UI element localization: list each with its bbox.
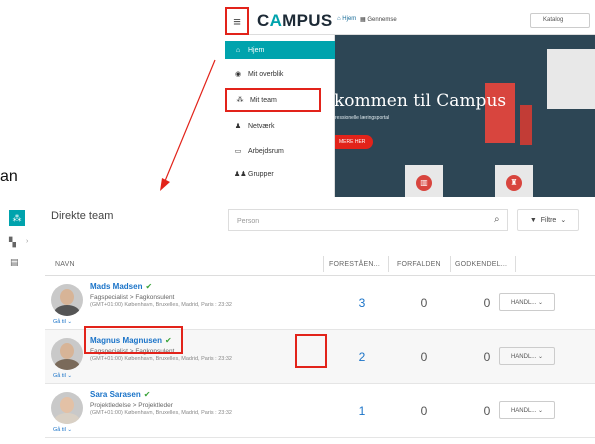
godkendelse-count: 0 [483,296,491,310]
book-icon: ▥ [416,175,432,191]
col-header-godkendelse[interactable]: GODKENDEL... [455,261,507,268]
menu-item-grupper[interactable]: ♟♟ Grupper [225,165,335,183]
person-search-box[interactable]: ⌕ [228,209,508,231]
actions-dropdown[interactable]: HANDL... ⌄ [499,293,555,311]
person-role: Projektledelse > Projektleder [90,402,173,409]
home-icon: ⌂ [235,46,241,54]
hero-subtitle: ressionelle læringsportal [335,115,390,121]
team-icon: ⁂ [236,97,244,104]
team-main-panel: Direkte team ⌕ ▼ Filtre ⌄ NAVN FORESTÅEN… [45,200,595,444]
person-icon: ♟ [234,123,242,130]
hero-more-button[interactable]: MERE HER [335,135,373,149]
table-row: Magnus Magnusen ✔ Fagspecialist > Fagkons… [45,330,595,384]
menu-item-arbejdsrum[interactable]: ▭ Arbejdsrum [225,142,335,160]
col-header-forfalden[interactable]: FORFALDEN [397,261,441,268]
person-search-input[interactable] [237,215,467,227]
forestaaende-count[interactable]: 2 [352,350,372,364]
menu-item-netvaerk[interactable]: ♟ Netværk [225,117,335,135]
people-board-icon[interactable]: ▤ [10,257,19,268]
forestaaende-count[interactable]: 1 [352,404,372,418]
menu-item-hjem[interactable]: ⌂ Hjem [225,41,335,59]
person-role: Fagspecialist > Fagkonsulent [90,348,175,355]
col-header-navn[interactable]: NAVN [55,261,75,268]
avatar[interactable] [51,338,83,370]
godkendelse-count: 0 [483,350,491,364]
menu-item-mit-team[interactable]: ⁂ Mit team [225,88,321,112]
dashboard-icon[interactable]: ▚ [9,237,16,248]
person-timezone: (GMT+01:00) København, Bruxelles, Madrid… [90,410,232,416]
forfalden-count: 0 [420,350,428,364]
column-divider [323,256,324,272]
campus-logo[interactable]: CAMPUS [257,11,332,31]
person-timezone: (GMT+01:00) København, Bruxelles, Madrid… [90,356,232,362]
menu-item-mit-overblik[interactable]: ◉ Mit overblik [225,65,335,83]
avatar[interactable] [51,392,83,424]
table-row: Mads Madsen ✔ Fagspecialist > Fagkonsulen… [45,276,595,330]
team-icon[interactable]: ⁂ [9,210,25,226]
table-header: NAVN FORESTÅEN... FORFALDEN GODKENDEL... [45,252,595,276]
hero-laptop-illustration [547,49,595,109]
direkte-team-screenshot: ⁂ ▚ › ▤ Direkte team ⌕ ▼ Filtre ⌄ NAVN F… [0,200,595,444]
filter-button[interactable]: ▼ Filtre ⌄ [517,209,579,231]
chevron-right-icon: › [26,238,29,245]
column-divider [388,256,389,272]
nav-gennemse-link[interactable]: ▦ Gennemse [360,16,397,23]
page-title: Direkte team [51,210,114,222]
nav-hjem-link[interactable]: ⌂ Hjem [337,16,356,22]
avatar[interactable] [51,284,83,316]
hamburger-icon: ≡ [233,13,241,29]
campus-side-menu: ⌂ Hjem ◉ Mit overblik ⁂ Mit team ♟ Netværk ▭… [225,35,335,197]
filter-icon: ▼ [529,216,537,224]
campus-screenshot: ≡ CAMPUS ⌂ Hjem ▦ Gennemse Katalog ⌂ Hjem… [225,5,595,197]
check-icon: ✔ [143,390,151,399]
hero-title: kommen til Campus [335,91,507,111]
goto-dropdown[interactable]: Gå til ⌄ [53,373,72,379]
hero-card[interactable]: ♜ [495,165,533,197]
person-name-link[interactable]: Mads Madsen ✔ [90,282,152,291]
chevron-down-icon: ⌄ [560,217,567,224]
column-divider [450,256,451,272]
campus-topbar: ≡ CAMPUS ⌂ Hjem ▦ Gennemse Katalog [225,5,595,35]
person-role: Fagspecialist > Fagkonsulent [90,294,175,301]
hero-card[interactable]: ▥ [405,165,443,197]
check-icon: ✔ [165,336,172,345]
person-name-link[interactable]: Sara Sarasen ✔ [90,390,150,399]
workspace-icon: ▭ [234,148,242,155]
search-icon[interactable]: ⌕ [494,214,500,225]
actions-dropdown[interactable]: HANDL... ⌄ [499,401,555,419]
actions-dropdown[interactable]: HANDL... ⌄ [499,347,555,365]
table-row: Sara Sarasen ✔ Projektledelse > Projektle… [45,384,595,438]
godkendelse-count: 0 [483,404,491,418]
hamburger-menu-button[interactable]: ≡ [225,7,249,35]
left-icon-rail: ⁂ ▚ › ▤ [0,200,37,444]
column-divider [515,256,516,272]
check-icon: ✔ [145,282,153,291]
katalog-search[interactable]: Katalog [530,13,590,28]
person-circle-icon: ◉ [234,71,242,78]
groups-icon: ♟♟ [234,171,247,178]
person-name-link[interactable]: Magnus Magnusen ✔ [90,336,172,345]
hero-banner: kommen til Campus ressionelle læringspor… [335,35,595,197]
annotation-text: an [0,168,18,185]
goto-dropdown[interactable]: Gå til ⌄ [53,427,72,433]
forfalden-count: 0 [420,296,428,310]
person-timezone: (GMT+01:00) København, Bruxelles, Madrid… [90,302,232,308]
trophy-icon: ♜ [506,175,522,191]
forestaaende-count[interactable]: 3 [352,296,372,310]
goto-dropdown[interactable]: Gå til ⌄ [53,319,72,325]
hero-plant-illustration [520,105,532,145]
col-header-forestaaende[interactable]: FORESTÅEN... [329,261,380,268]
forfalden-count: 0 [420,404,428,418]
